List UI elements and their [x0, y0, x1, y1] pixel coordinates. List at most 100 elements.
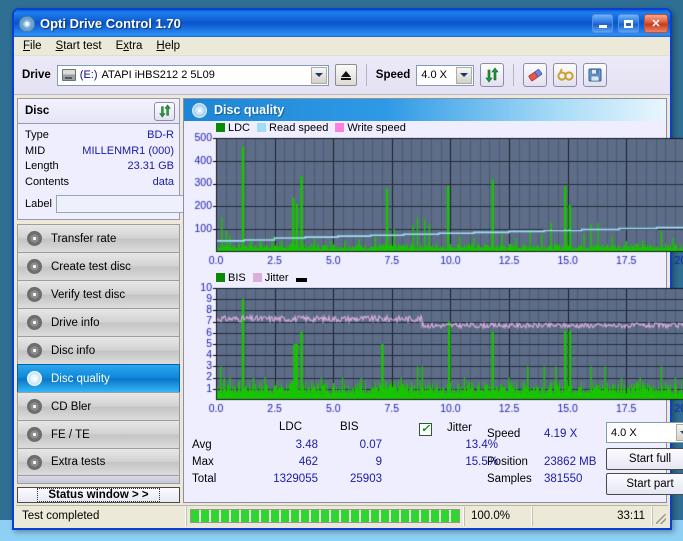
menu-item-help[interactable]: Help — [156, 40, 180, 52]
sidebar-item-verify-test-disc[interactable]: Verify test disc — [17, 280, 180, 308]
minimize-button[interactable] — [592, 14, 613, 33]
close-icon: ✕ — [651, 18, 661, 30]
menu-bar: File Start test Extra Help — [14, 37, 670, 56]
start-full-button[interactable]: Start full — [606, 448, 683, 470]
status-window-label: Status window > > — [37, 488, 160, 502]
sidebar-item-disc-quality[interactable]: Disc quality — [17, 364, 180, 392]
save-button[interactable] — [583, 63, 608, 87]
disc-icon — [27, 427, 42, 442]
chevron-down-icon[interactable] — [456, 66, 473, 84]
stats-position-value: 23862 MB — [544, 456, 597, 468]
legend-entry-ldc: LDC — [216, 122, 250, 134]
sidebar-item-extra-tests[interactable]: Extra tests — [17, 448, 180, 476]
window-title: Opti Drive Control 1.70 — [40, 16, 181, 31]
menu-item-start-test[interactable]: Start test — [56, 40, 102, 52]
disc-icon — [27, 343, 42, 358]
minimize-icon — [598, 25, 607, 28]
disc-info-key: Contents — [25, 175, 70, 188]
elapsed-time: 33:11 — [532, 506, 652, 526]
sidebar-item-drive-info[interactable]: Drive info — [17, 308, 180, 336]
speed-select[interactable]: 4.0 X — [416, 64, 475, 86]
refresh-button[interactable] — [480, 63, 505, 87]
start-part-button[interactable]: Start part — [606, 473, 683, 495]
disc-info-row-mid: MID MILLENMR1 (000) — [25, 144, 174, 160]
progress-cell — [186, 506, 464, 526]
stats-ldc-total: 1329055 — [273, 473, 318, 485]
erase-button[interactable] — [523, 63, 548, 87]
sidebar-item-label: Drive info — [51, 316, 100, 329]
disc-info-list: Type BD-R MID MILLENMR1 (000) Length 23.… — [18, 124, 260, 219]
stats-row-total: Total — [192, 473, 217, 485]
stats-samples-label: Samples — [487, 473, 532, 485]
stats-position-label: Position — [487, 456, 528, 468]
menu-item-file[interactable]: File — [23, 40, 42, 52]
save-floppy-icon — [588, 68, 602, 82]
sidebar-item-cd-bler[interactable]: CD Bler — [17, 392, 180, 420]
stats-ldc-avg: 3.48 — [295, 439, 318, 451]
start-full-label: Start full — [628, 453, 672, 465]
disc-refresh-button[interactable] — [154, 101, 175, 121]
content-panel: Disc quality LDC Read speed Write speed … — [183, 98, 683, 503]
stats-row-avg: Avg — [192, 439, 212, 451]
disc-panel-header: Disc — [18, 99, 179, 124]
stats-jitter-avg: 13.4% — [465, 439, 498, 451]
sidebar-item-transfer-rate[interactable]: Transfer rate — [17, 224, 180, 252]
sidebar-item-fe-te[interactable]: FE / TE — [17, 420, 180, 448]
legend-entry-write-speed: Write speed — [335, 122, 406, 134]
close-button[interactable]: ✕ — [644, 14, 668, 33]
jitter-checkbox[interactable]: ✓ — [419, 423, 432, 436]
sidebar-item-label: FE / TE — [51, 428, 90, 441]
stats-bis-avg: 0.07 — [359, 439, 382, 451]
legend-entry-jitter: Jitter — [252, 272, 289, 284]
resize-grip-icon[interactable] — [652, 506, 668, 526]
test-speed-select[interactable]: 4.0 X — [606, 422, 683, 443]
stats-ldc-max: 462 — [298, 456, 318, 468]
stats-col-ldc: LDC — [279, 421, 303, 433]
speed-label: Speed — [375, 69, 411, 81]
stats-col-bis: BIS — [340, 421, 359, 433]
disc-quality-icon — [192, 102, 207, 118]
sidebar-item-label: Disc quality — [51, 372, 110, 385]
eraser-icon — [528, 69, 542, 82]
sidebar-item-label: Create test disc — [51, 260, 131, 273]
window-body: Disc Type BD-R MID MILLENMR1 (000) Lengt… — [14, 95, 683, 503]
drive-select[interactable]: (E:) ATAPI iHBS212 2 5L09 — [56, 64, 329, 86]
sidebar-filler — [17, 476, 180, 484]
legend-marker — [295, 272, 310, 284]
refresh-arrows-icon — [158, 104, 171, 118]
chart-legend-top: LDC Read speed Write speed — [216, 122, 406, 134]
toolbar: Drive (E:) ATAPI iHBS212 2 5L09 Speed 4.… — [14, 56, 670, 95]
tools-button[interactable] — [553, 63, 578, 87]
status-window-button[interactable]: Status window > > — [17, 487, 180, 503]
eject-button[interactable] — [334, 64, 357, 86]
disc-info-value: MILLENMR1 (000) — [82, 144, 174, 157]
left-sidebar: Disc Type BD-R MID MILLENMR1 (000) Lengt… — [17, 98, 260, 503]
chevron-down-icon[interactable] — [310, 66, 327, 84]
progress-percent: 100.0% — [464, 506, 532, 526]
drive-name: ATAPI iHBS212 2 5L09 — [101, 69, 215, 81]
bis-jitter-chart: BIS Jitter — [184, 271, 683, 419]
disc-info-key: MID — [25, 144, 46, 157]
status-message: Test completed — [16, 506, 186, 526]
disc-icon — [27, 399, 42, 414]
disc-info-value: 23.31 GB — [127, 160, 174, 172]
disc-icon — [27, 287, 42, 302]
sidebar-item-disc-info[interactable]: Disc info — [17, 336, 180, 364]
sidebar-item-label: Disc info — [51, 344, 96, 357]
progress-fill — [191, 510, 459, 522]
drive-letter: (E:) — [79, 69, 98, 81]
menu-item-extra[interactable]: Extra — [116, 40, 143, 52]
maximize-button[interactable] — [618, 14, 639, 33]
toolbar-divider-1 — [365, 64, 367, 86]
stats-bis-max: 9 — [375, 456, 382, 468]
legend-entry-read-speed: Read speed — [257, 122, 328, 134]
sidebar-item-label: Transfer rate — [51, 232, 117, 245]
maximize-icon — [624, 19, 633, 28]
sidebar-item-create-test-disc[interactable]: Create test disc — [17, 252, 180, 280]
disc-icon — [27, 315, 42, 330]
page-title: Disc quality — [214, 103, 285, 117]
chevron-down-icon[interactable] — [676, 424, 683, 441]
disc-icon — [27, 259, 42, 274]
content-header: Disc quality — [184, 99, 666, 121]
disc-info-row-length: Length 23.31 GB — [25, 159, 174, 175]
